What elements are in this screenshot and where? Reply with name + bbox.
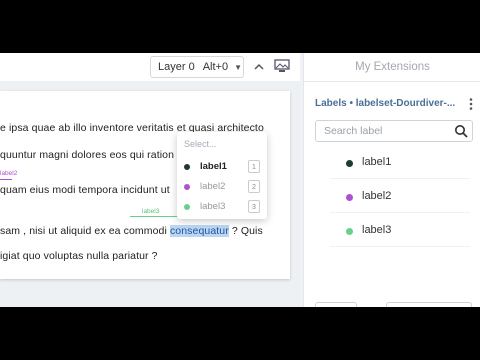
- label-underline: [0, 179, 12, 180]
- label-color-dot: [184, 184, 190, 190]
- label-color-dot: [346, 228, 353, 235]
- extensions-panel: My Extensions Labels • labelset-Dourdive…: [303, 53, 480, 307]
- text-line: sam , nisi ut aliquid ex ea commodi cons…: [0, 225, 263, 237]
- search-input[interactable]: Search label: [324, 125, 382, 137]
- labelset-title: Labels • labelset-Dourdiver-...: [315, 98, 456, 109]
- caret-down-icon: ▼: [234, 62, 243, 72]
- label-color-dot: [184, 204, 190, 210]
- chevron-up-icon[interactable]: [252, 60, 266, 74]
- text-line: quam eius modi tempora incidunt ut: [0, 184, 170, 196]
- label-tag[interactable]: label3: [142, 208, 159, 215]
- text-line: igiat quo voluptas nulla pariatur ?: [0, 250, 158, 262]
- layer-select[interactable]: Layer 0 Alt+0 ▼: [150, 56, 244, 78]
- editor-toolbar: Layer 0 Alt+0 ▼: [0, 53, 300, 82]
- text-segment: sam , nisi ut aliquid ex ea commodi: [0, 225, 170, 237]
- label-underline: [130, 216, 178, 217]
- label-name: label1: [362, 156, 392, 168]
- label-color-dot: [184, 164, 190, 170]
- image-icon[interactable]: [274, 59, 290, 73]
- label-list-item-label3[interactable]: label3: [330, 216, 470, 247]
- label-name: label3: [362, 224, 392, 236]
- shortcut-key: 2: [248, 180, 260, 193]
- label-list-item-label2[interactable]: label2: [330, 182, 470, 213]
- kebab-menu-icon[interactable]: [469, 98, 473, 110]
- label-dropdown: Select... label1 1 label2 2 label3 3: [177, 132, 267, 219]
- layer-select-shortcut: Alt+0: [202, 61, 229, 73]
- selected-text[interactable]: consequatur: [169, 225, 229, 237]
- letterbox-top: [0, 0, 480, 53]
- label-search-field[interactable]: Search label: [315, 120, 473, 142]
- label-list-item-label1[interactable]: label1: [330, 148, 470, 179]
- app-window: Layer 0 Alt+0 ▼ e ipsa quae ab illo inve…: [0, 53, 480, 307]
- dropdown-item-label: label3: [200, 201, 226, 212]
- dropdown-item-label3[interactable]: label3 3: [177, 198, 267, 216]
- dropdown-item-label: label1: [200, 161, 227, 172]
- dropdown-item-label2[interactable]: label2 2: [177, 178, 267, 196]
- label-color-dot: [346, 194, 353, 201]
- label-tag[interactable]: label2: [0, 170, 17, 177]
- dropdown-item-label1[interactable]: label1 1: [177, 158, 267, 176]
- letterbox-bottom: [0, 307, 480, 360]
- label-name: label2: [362, 190, 392, 202]
- dropdown-item-label: label2: [200, 181, 226, 192]
- text-line: quuntur magni dolores eos qui ration: [0, 149, 175, 161]
- panel-header[interactable]: My Extensions: [304, 53, 480, 82]
- shortcut-key: 3: [248, 200, 260, 213]
- search-icon[interactable]: [454, 124, 468, 138]
- text-segment: ? Quis: [228, 225, 263, 237]
- label-select-input[interactable]: Select...: [184, 139, 217, 149]
- shortcut-key: 1: [248, 160, 260, 173]
- label-color-dot: [346, 160, 353, 167]
- layer-select-label: Layer 0: [158, 61, 195, 73]
